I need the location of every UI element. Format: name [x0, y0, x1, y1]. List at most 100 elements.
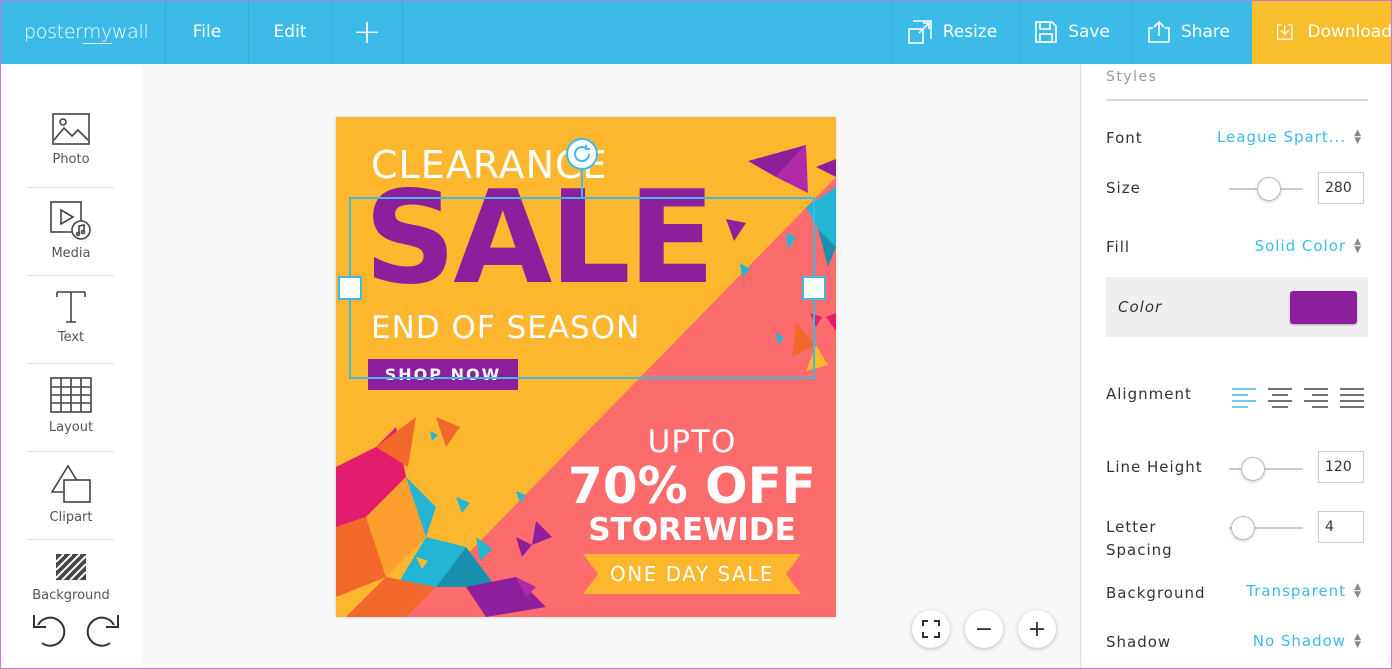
poster-end-of-season-text[interactable]: END OF SEASON — [371, 310, 640, 346]
sidebar-label-clipart: Clipart — [49, 510, 93, 525]
resize-handle-right[interactable] — [802, 276, 826, 300]
clipart-shapes-icon — [50, 464, 91, 503]
edit-menu[interactable]: Edit — [249, 0, 332, 64]
sidebar-label-photo: Photo — [52, 152, 90, 167]
rotate-handle[interactable] — [566, 138, 598, 170]
save-icon — [1035, 21, 1058, 43]
sidebar-item-text[interactable]: Text — [28, 276, 114, 364]
photo-icon — [52, 113, 90, 145]
poster-upto-text[interactable]: UPTO — [561, 424, 823, 460]
font-value: League Spart... — [1216, 128, 1347, 146]
text-icon — [56, 291, 86, 323]
panel-title: Styles — [1106, 69, 1158, 85]
zoom-out-button[interactable]: − — [965, 610, 1003, 648]
logo-text-my: my — [82, 20, 112, 44]
file-menu[interactable]: File — [166, 0, 249, 64]
poster-70-off-text[interactable]: 70% OFF — [561, 457, 823, 515]
background-dropdown[interactable]: Transparent ▲ ▼ — [1246, 582, 1362, 600]
panel-divider — [1106, 99, 1368, 101]
letter-spacing-input[interactable]: 4 — [1318, 511, 1364, 543]
save-label: Save — [1068, 22, 1110, 42]
left-sidebar: Photo Media Text Layout Clipart Backgrou… — [0, 64, 142, 669]
sidebar-item-media[interactable]: Media — [28, 188, 114, 276]
dropdown-arrows-icon: ▲ ▼ — [1354, 237, 1362, 255]
color-swatch[interactable] — [1290, 291, 1357, 324]
line-height-label: Line Height — [1106, 458, 1203, 476]
sidebar-item-photo[interactable]: Photo — [28, 100, 114, 188]
resize-button[interactable]: Resize — [891, 0, 1019, 64]
poster-storewide-text[interactable]: STOREWIDE — [561, 512, 823, 548]
dropdown-arrows-icon: ▲ ▼ — [1354, 128, 1362, 146]
sidebar-label-layout: Layout — [48, 420, 94, 435]
resize-handle-left[interactable] — [338, 276, 362, 300]
share-label: Share — [1180, 22, 1230, 42]
fit-to-screen-button[interactable] — [912, 610, 950, 648]
save-button[interactable]: Save — [1019, 0, 1132, 64]
sidebar-label-background: Background — [32, 588, 110, 603]
letter-spacing-slider[interactable] — [1229, 516, 1303, 540]
poster-shop-now-text[interactable]: SHOP NOW — [368, 359, 518, 390]
sidebar-label-text: Text — [57, 330, 85, 345]
resize-icon — [907, 20, 932, 44]
fill-label: Fill — [1106, 238, 1131, 256]
background-value: Transparent — [1246, 582, 1347, 600]
top-toolbar: poster my wall File Edit + Resize Save Sha… — [0, 0, 1392, 64]
fill-value: Solid Color — [1254, 237, 1347, 255]
fill-dropdown[interactable]: Solid Color ▲ ▼ — [1255, 237, 1362, 255]
line-height-slider-knob[interactable] — [1241, 457, 1265, 481]
color-row: Color — [1106, 277, 1368, 337]
sidebar-item-clipart[interactable]: Clipart — [28, 452, 114, 540]
background-label: Background — [1106, 584, 1206, 602]
font-dropdown[interactable]: League Spart... ▲ ▼ — [1217, 128, 1362, 146]
align-justify-icon[interactable] — [1339, 386, 1365, 408]
sidebar-label-media: Media — [51, 246, 91, 261]
shadow-value: No Shadow — [1252, 632, 1347, 650]
postermywall-logo[interactable]: poster my wall — [0, 0, 166, 64]
media-icon — [50, 201, 91, 240]
redo-icon[interactable] — [82, 607, 122, 651]
share-icon — [1148, 20, 1170, 43]
layout-grid-icon — [50, 377, 92, 413]
dropdown-arrows-icon: ▲ ▼ — [1354, 632, 1362, 650]
size-input[interactable]: 280 — [1318, 172, 1364, 204]
dropdown-arrows-icon: ▲ ▼ — [1354, 582, 1362, 600]
add-button[interactable]: + — [332, 0, 403, 64]
color-label: Color — [1118, 298, 1163, 316]
align-left-icon[interactable] — [1231, 386, 1257, 408]
letter-spacing-label-line2: Spacing — [1106, 541, 1173, 559]
background-pattern-icon — [55, 553, 87, 581]
share-button[interactable]: Share — [1131, 0, 1252, 64]
size-slider[interactable] — [1229, 177, 1303, 201]
font-label: Font — [1106, 129, 1143, 147]
fullscreen-icon — [922, 620, 940, 638]
line-height-input[interactable]: 120 — [1318, 451, 1364, 483]
align-right-icon[interactable] — [1303, 386, 1329, 408]
shadow-dropdown[interactable]: No Shadow ▲ ▼ — [1253, 632, 1362, 650]
download-button[interactable]: Download — [1252, 0, 1392, 64]
shadow-label: Shadow — [1106, 633, 1172, 651]
align-center-icon[interactable] — [1267, 386, 1293, 408]
sidebar-item-layout[interactable]: Layout — [28, 364, 114, 452]
sidebar-item-background[interactable]: Background — [28, 540, 114, 610]
size-label: Size — [1106, 179, 1141, 197]
line-height-slider[interactable] — [1229, 457, 1303, 481]
download-icon — [1276, 24, 1293, 40]
logo-text-wall: wall — [111, 21, 149, 43]
poster-one-day-sale-text[interactable]: ONE DAY SALE — [583, 554, 801, 594]
letter-spacing-label-line1: Letter — [1106, 518, 1157, 536]
zoom-in-button[interactable]: + — [1018, 610, 1056, 648]
rotate-icon — [574, 145, 591, 163]
undo-icon[interactable] — [30, 607, 70, 651]
styles-panel: Styles Font League Spart... ▲ ▼ Size 280 … — [1080, 64, 1392, 669]
size-slider-knob[interactable] — [1257, 177, 1281, 201]
rotate-handle-stem — [581, 168, 583, 198]
poster-canvas[interactable]: CLEARANCE SALE END OF SEASON SHOP NOW UP… — [336, 117, 836, 617]
resize-label: Resize — [942, 22, 998, 42]
download-label: Download — [1307, 22, 1392, 42]
alignment-buttons — [1231, 386, 1365, 408]
alignment-label: Alignment — [1106, 385, 1192, 403]
logo-text-poster: poster — [24, 21, 83, 43]
poster-sale-text[interactable]: SALE — [364, 175, 715, 303]
undo-redo-group — [30, 607, 122, 651]
letter-spacing-slider-knob[interactable] — [1231, 516, 1255, 540]
